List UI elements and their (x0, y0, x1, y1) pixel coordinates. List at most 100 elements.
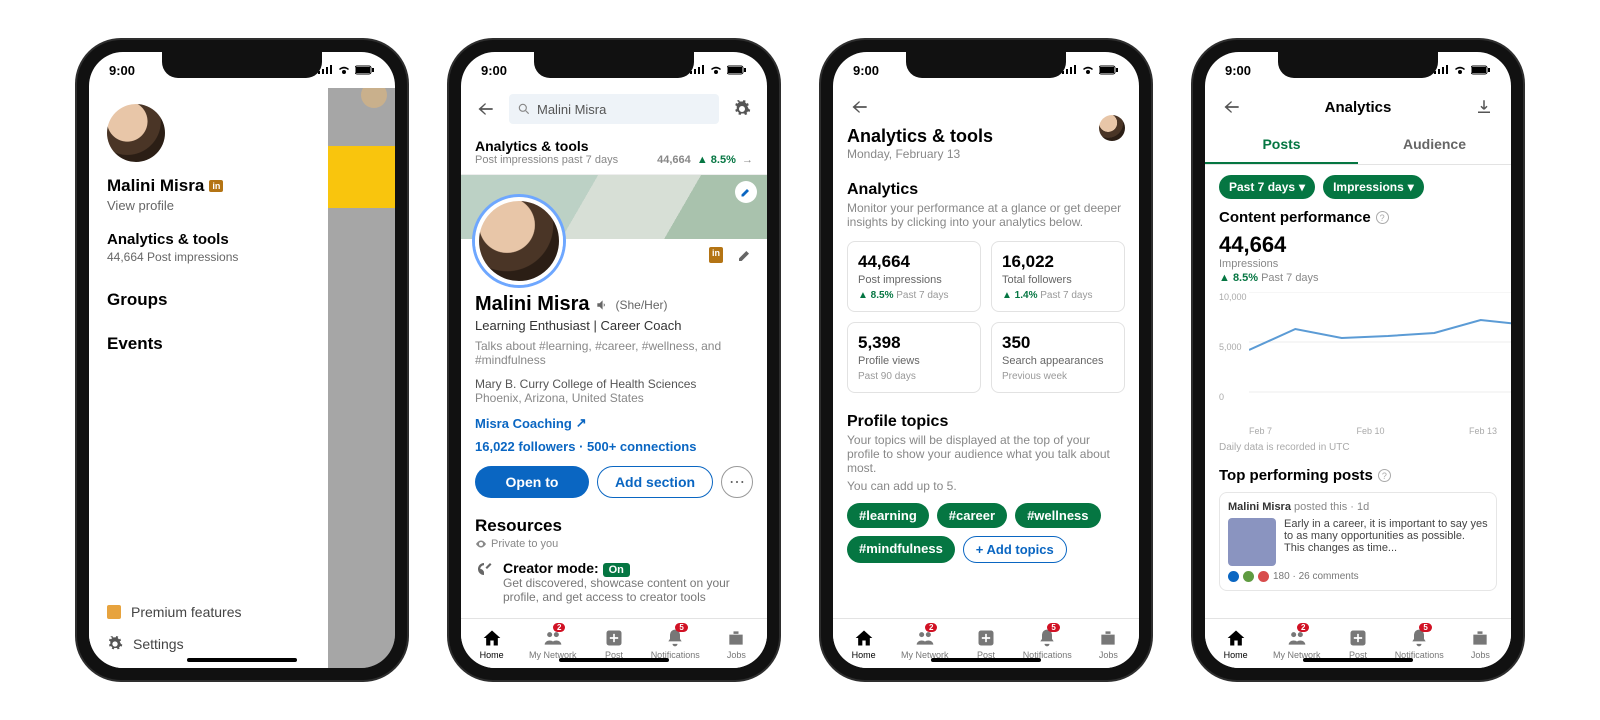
page-title: Analytics & tools (847, 126, 993, 147)
back-icon[interactable] (1219, 94, 1245, 120)
edit-banner-icon[interactable] (735, 181, 757, 203)
clock: 9:00 (481, 63, 507, 78)
private-label: Private to you (475, 538, 753, 550)
creator-on-badge: On (603, 563, 630, 577)
arrow-right-icon: → (742, 154, 753, 166)
post-thumbnail (1228, 518, 1276, 566)
top-post-card[interactable]: Malini Misra posted this · 1d Early in a… (1219, 492, 1497, 591)
topic-chip[interactable]: #mindfulness (847, 536, 955, 563)
avatar[interactable] (1099, 115, 1125, 141)
back-icon[interactable] (847, 94, 873, 120)
open-to-button[interactable]: Open to (475, 466, 589, 498)
search-icon (517, 102, 531, 116)
clock: 9:00 (1225, 63, 1251, 78)
nav-jobs[interactable]: Jobs (1450, 619, 1511, 668)
badge: 2 (553, 623, 565, 632)
topics-note: You can add up to 5. (833, 479, 1139, 493)
avatar[interactable] (107, 104, 165, 162)
home-indicator (559, 658, 669, 662)
home-indicator (187, 658, 297, 662)
chevron-down-icon: ▾ (1408, 180, 1414, 194)
filter-date[interactable]: Past 7 days ▾ (1219, 175, 1315, 199)
stat-card[interactable]: 5,398Profile viewsPast 90 days (847, 322, 981, 393)
clock: 9:00 (109, 63, 135, 78)
nav-home[interactable]: Home (461, 619, 522, 668)
tab-audience[interactable]: Audience (1358, 126, 1511, 164)
analytics-heading: Analytics (847, 181, 1125, 199)
premium-icon (107, 605, 121, 619)
topic-chip[interactable]: #learning (847, 503, 929, 528)
clock: 9:00 (853, 63, 879, 78)
home-indicator (1303, 658, 1413, 662)
reactions-row: 180 · 26 comments (1228, 571, 1488, 582)
linkedin-badge-icon: in (209, 180, 223, 192)
add-topics-button[interactable]: + Add topics (963, 536, 1067, 563)
external-link-icon: ↗ (576, 415, 587, 431)
topic-chip[interactable]: #career (937, 503, 1007, 528)
line-chart: 10,000 5,000 0 (1219, 292, 1497, 422)
settings-link[interactable]: Settings (107, 636, 310, 652)
page-date: Monday, February 13 (847, 147, 993, 161)
profile-name[interactable]: Malini Misra in (107, 176, 310, 196)
nav-jobs[interactable]: Jobs (706, 619, 767, 668)
talks-about: Talks about #learning, #career, #wellnes… (475, 339, 753, 367)
help-icon[interactable]: ? (1378, 469, 1391, 482)
profile-banner[interactable] (461, 175, 767, 239)
help-icon[interactable]: ? (1376, 211, 1389, 224)
celebrate-icon (1243, 571, 1254, 582)
utc-note: Daily data is recorded in UTC (1219, 442, 1497, 453)
stat-card[interactable]: 44,664Post impressions▲ 8.5% Past 7 days (847, 241, 981, 312)
location: Phoenix, Arizona, United States (475, 391, 753, 405)
stat-card[interactable]: 350Search appearancesPrevious week (991, 322, 1125, 393)
status-icons (689, 65, 747, 75)
nav-home[interactable]: Home (833, 619, 894, 668)
education: Mary B. Curry College of Health Sciences (475, 377, 753, 391)
nav-home[interactable]: Home (1205, 619, 1266, 668)
analytics-strip[interactable]: Analytics & tools Post impressions past … (461, 130, 767, 175)
edit-pencil-icon[interactable] (737, 247, 753, 263)
tab-posts[interactable]: Posts (1205, 126, 1358, 164)
top-posts-heading: Top performing posts (1219, 467, 1373, 484)
status-icons (1061, 65, 1119, 75)
add-section-button[interactable]: Add section (597, 466, 713, 498)
stat-card[interactable]: 16,022Total followers▲ 1.4% Past 7 days (991, 241, 1125, 312)
chevron-down-icon: ▾ (1299, 180, 1305, 194)
nav-jobs[interactable]: Jobs (1078, 619, 1139, 668)
resources-heading: Resources (475, 516, 753, 536)
home-indicator (931, 658, 1041, 662)
feed-dimmed-background[interactable] (328, 88, 395, 668)
status-icons (1433, 65, 1491, 75)
menu-events[interactable]: Events (107, 334, 310, 354)
side-drawer: Malini Misra in View profile Analytics &… (89, 88, 328, 668)
settings-gear-icon[interactable] (729, 96, 755, 122)
like-icon (1228, 571, 1239, 582)
search-input[interactable]: Malini Misra (509, 94, 719, 124)
topic-chip[interactable]: #wellness (1015, 503, 1100, 528)
back-icon[interactable] (473, 96, 499, 122)
headline: Learning Enthusiast | Career Coach (475, 318, 753, 333)
view-profile-link[interactable]: View profile (107, 198, 310, 213)
badge: 5 (675, 623, 687, 632)
eye-icon (475, 538, 487, 550)
tabs: Posts Audience (1205, 126, 1511, 165)
status-icons (317, 65, 375, 75)
speaker-icon[interactable] (595, 298, 609, 312)
profile-name: Malini Misra (She/Her) (475, 293, 753, 316)
linkedin-badge-icon: in (709, 247, 723, 263)
download-icon[interactable] (1471, 94, 1497, 120)
analytics-sub: Monitor your performance at a glance or … (847, 201, 1125, 229)
more-button[interactable]: ⋯ (721, 466, 753, 498)
satellite-icon (475, 560, 493, 604)
website-link[interactable]: Misra Coaching ↗ (475, 415, 753, 431)
gear-icon (107, 636, 123, 652)
page-title: Analytics (1325, 99, 1392, 116)
creator-mode-row[interactable]: Creator mode: On Get discovered, showcas… (475, 560, 753, 604)
filter-metric[interactable]: Impressions ▾ (1323, 175, 1424, 199)
follower-stats[interactable]: 16,022 followers · 500+ connections (475, 439, 753, 454)
content-performance-heading: Content performance (1219, 209, 1371, 226)
menu-groups[interactable]: Groups (107, 290, 310, 310)
analytics-tools-link[interactable]: Analytics & tools 44,664 Post impression… (107, 231, 310, 264)
impressions-number: 44,664 (1219, 232, 1497, 258)
premium-features-link[interactable]: Premium features (107, 604, 310, 620)
profile-photo[interactable] (475, 197, 563, 285)
